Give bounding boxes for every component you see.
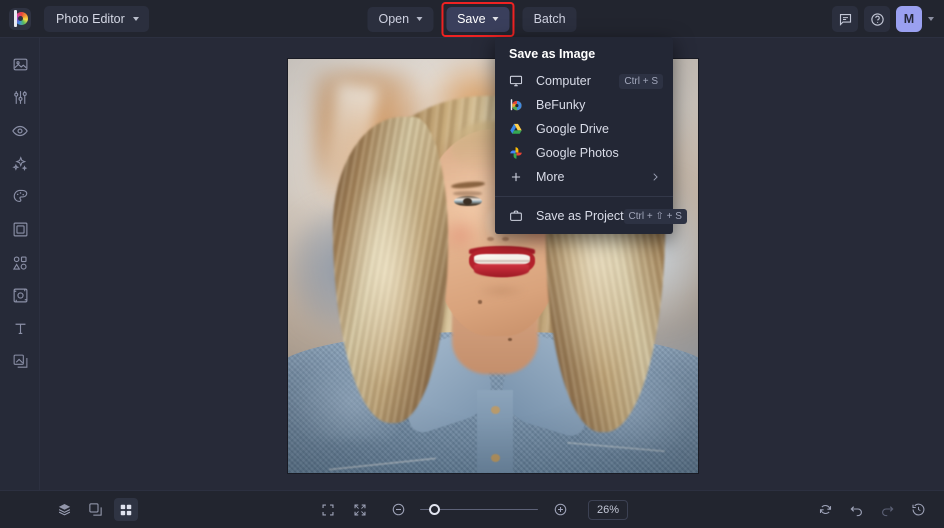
befunky-logo-icon (9, 7, 31, 30)
zoom-slider-handle[interactable] (428, 503, 440, 515)
sidebar-item-retouch[interactable] (0, 114, 40, 147)
top-toolbar: Photo Editor Open Save Batch M (0, 0, 944, 38)
palette-icon (12, 188, 29, 205)
befunky-photo-editor-window: Photo Editor Open Save Batch M Save as I… (0, 0, 944, 528)
open-button-label: Open (378, 12, 410, 26)
menu-item-befunky[interactable]: BeFunky (495, 93, 673, 117)
compare-icon (88, 502, 103, 517)
zoom-out-button[interactable] (386, 498, 410, 521)
sliders-icon (12, 89, 29, 106)
menu-item-computer-shortcut: Ctrl + S (619, 73, 663, 89)
sidebar-item-textures[interactable] (0, 279, 40, 312)
chevron-down-icon (416, 17, 423, 21)
text-t-icon (12, 320, 29, 337)
sidebar-item-effects[interactable] (0, 147, 40, 180)
undo-button[interactable] (844, 498, 868, 521)
google-photos-icon (509, 145, 527, 161)
sidebar-item-artsy[interactable] (0, 180, 40, 213)
grid-icon (119, 503, 133, 517)
minus-circle-icon (391, 502, 406, 517)
menu-item-google-photos[interactable]: Google Photos (495, 141, 673, 165)
image-edit-icon (12, 56, 29, 73)
sidebar-item-edit[interactable] (0, 48, 40, 81)
menu-divider (495, 196, 673, 197)
menu-item-save-as-project-label: Save as Project (536, 209, 624, 223)
redo-icon (880, 502, 895, 517)
eye-icon (11, 122, 29, 140)
overlays-icon (12, 353, 29, 370)
save-button-highlight: Save (441, 1, 515, 37)
open-button[interactable]: Open (367, 6, 434, 32)
fit-to-screen-button[interactable] (348, 498, 372, 521)
menu-item-more-label: More (536, 170, 565, 184)
google-drive-icon (509, 121, 527, 137)
app-logo[interactable] (0, 0, 40, 38)
undo-icon (849, 502, 864, 517)
fullscreen-icon (321, 503, 335, 517)
fit-screen-icon (353, 503, 367, 517)
avatar[interactable]: M (896, 6, 922, 32)
menu-item-save-as-project-shortcut: Ctrl + ⇧ + S (623, 208, 687, 224)
plus-icon (509, 169, 527, 185)
plus-circle-icon (553, 502, 568, 517)
save-menu-title: Save as Image (509, 47, 596, 61)
befunky-icon (509, 97, 527, 113)
feedback-icon[interactable] (832, 6, 858, 32)
briefcase-icon (509, 208, 527, 224)
sidebar-item-text[interactable] (0, 312, 40, 345)
zoom-controls: 26% (316, 498, 628, 521)
reset-icon (818, 502, 833, 517)
chevron-down-icon (492, 17, 499, 21)
file-actions-group: Open Save Batch (367, 0, 577, 38)
zoom-slider[interactable] (420, 503, 538, 517)
sidebar-item-graphics[interactable] (0, 246, 40, 279)
canvas-area[interactable] (40, 38, 944, 490)
help-icon[interactable] (864, 6, 890, 32)
menu-item-computer-label: Computer (536, 74, 591, 88)
compare-button[interactable] (83, 498, 107, 521)
menu-item-google-drive[interactable]: Google Drive (495, 117, 673, 141)
history-controls (813, 498, 930, 521)
menu-item-google-drive-label: Google Drive (536, 122, 609, 136)
save-button[interactable]: Save (446, 6, 510, 32)
chevron-down-icon (928, 17, 934, 21)
sidebar-item-adjust[interactable] (0, 81, 40, 114)
shapes-icon (11, 254, 29, 272)
redo-button[interactable] (875, 498, 899, 521)
save-dropdown-menu: Save as Image Computer Ctrl + S BeFunky … (495, 37, 687, 234)
sparkles-icon (11, 155, 29, 173)
bottom-toolbar: 26% (0, 490, 944, 528)
account-menu-caret[interactable] (928, 17, 936, 21)
chevron-down-icon (132, 16, 139, 21)
history-button[interactable] (906, 498, 930, 521)
workspace-label: Photo Editor (56, 11, 125, 26)
batch-button[interactable]: Batch (522, 6, 577, 32)
batch-button-label: Batch (533, 12, 566, 26)
left-sidebar (0, 38, 40, 528)
zoom-level-value[interactable]: 26% (588, 499, 628, 520)
avatar-initial: M (903, 12, 915, 26)
menu-item-computer[interactable]: Computer Ctrl + S (495, 69, 673, 93)
save-button-label: Save (457, 12, 486, 26)
menu-item-befunky-label: BeFunky (536, 98, 586, 112)
zoom-in-button[interactable] (548, 498, 572, 521)
layers-button[interactable] (52, 498, 76, 521)
sidebar-item-overlays[interactable] (0, 345, 40, 378)
fullscreen-button[interactable] (316, 498, 340, 521)
account-actions-group: M (832, 0, 936, 38)
frame-icon (12, 221, 29, 238)
chevron-right-icon (650, 172, 663, 182)
grid-button[interactable] (114, 498, 138, 521)
workspace-selector[interactable]: Photo Editor (44, 5, 149, 32)
menu-item-more[interactable]: More (495, 165, 673, 189)
monitor-icon (509, 73, 527, 89)
layers-icon (57, 502, 72, 517)
bottom-left-tools (52, 498, 138, 521)
sidebar-item-frames[interactable] (0, 213, 40, 246)
menu-item-google-photos-label: Google Photos (536, 146, 619, 160)
history-icon (911, 502, 926, 517)
menu-item-save-as-project[interactable]: Save as Project Ctrl + ⇧ + S (495, 204, 687, 228)
texture-icon (12, 287, 29, 304)
reset-button[interactable] (813, 498, 837, 521)
